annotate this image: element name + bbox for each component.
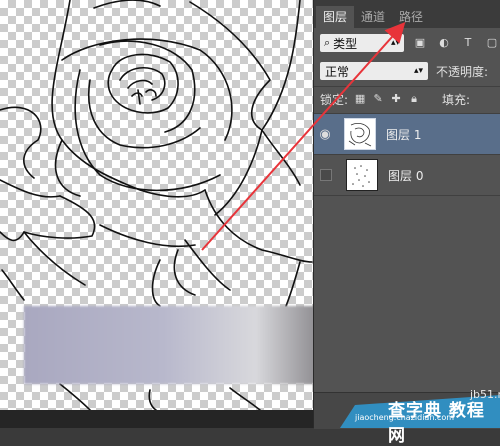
image-filter-icon[interactable]: ▣ [412,36,428,50]
watermark-url: jiaocheng.chazidian.com [355,413,455,422]
fill-label: 填充: [442,92,471,107]
blend-mode-value: 正常 [325,64,350,79]
lock-row: 锁定: ▦ ✎ ✚ 🔒︎ 填充: [314,88,500,110]
layer-row[interactable]: ◉ 图层 1 [314,113,500,154]
opacity-label: 不透明度: [436,64,489,79]
lock-label: 锁定: [320,92,349,107]
layer-name: 图层 0 [388,168,424,183]
dropdown-arrow-icon: ▴▾ [390,38,400,48]
dropdown-arrow-icon: ▴▾ [413,66,423,76]
lock-move-icon[interactable]: ✚ [390,93,402,105]
blend-row: 正常 ▴▾ 不透明度: [314,60,500,82]
layer-thumbnail [346,159,378,191]
adjustment-filter-icon[interactable]: ◐ [436,36,452,50]
document-canvas[interactable] [0,0,313,410]
layer-filter-row: ⌕ 类型 ▴▾ ▣ ◐ T ▢ [314,32,500,54]
tab-layers[interactable]: 图层 [316,6,355,28]
lock-paint-brush-icon[interactable]: ✎ [372,93,384,105]
tab-channels[interactable]: 通道 [354,6,392,28]
filter-type-select[interactable]: ⌕ 类型 ▴▾ [320,34,404,52]
visibility-toggle[interactable] [320,169,332,181]
layers-panel: 图层 通道 路径 ⌕ 类型 ▴▾ ▣ ◐ T ▢ 正常 ▴▾ 不透明度: 锁定:… [313,0,500,429]
layer-name: 图层 1 [386,127,422,142]
canvas-bottom-strip [0,410,313,428]
divider [314,86,500,87]
blurred-overlay [24,306,313,384]
tab-paths[interactable]: 路径 [392,6,430,28]
text-filter-icon[interactable]: T [460,36,476,50]
lock-transparent-icon[interactable]: ▦ [354,93,366,105]
layer-row[interactable]: 图层 0 [314,154,500,196]
lock-all-icon[interactable]: 🔒︎ [408,93,420,105]
layer-thumbnail [344,118,376,150]
filter-type-label: 类型 [333,36,358,51]
eye-icon[interactable]: ◉ [314,127,336,142]
blend-mode-select[interactable]: 正常 ▴▾ [320,62,428,80]
panel-tabs: 图层 通道 路径 [314,0,500,28]
shape-filter-icon[interactable]: ▢ [484,36,500,50]
search-icon: ⌕ [324,36,331,49]
